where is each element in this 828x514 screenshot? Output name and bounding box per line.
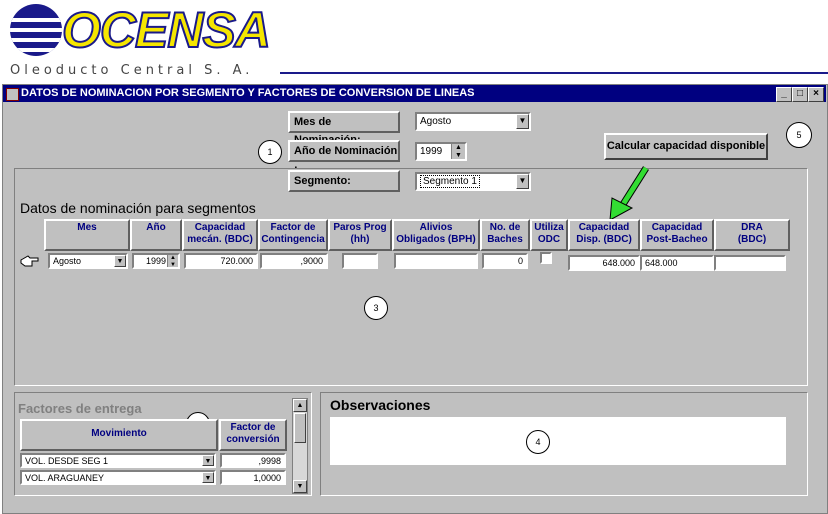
mes-select[interactable]: Agosto ▼ [415, 112, 531, 131]
segments-title: Datos de nominación para segmentos [20, 200, 256, 216]
factores-scrollbar[interactable]: ▲ ▼ [292, 398, 308, 494]
row-baches[interactable]: 0 [482, 253, 528, 269]
observaciones-textarea[interactable] [330, 417, 786, 465]
observaciones-title: Observaciones [330, 397, 431, 413]
row-utiliza-odc-checkbox[interactable] [540, 252, 552, 264]
anio-value: 1999 [420, 146, 443, 157]
chevron-down-icon[interactable]: ▼ [202, 455, 214, 466]
scroll-up-icon[interactable]: ▲ [293, 399, 307, 412]
calcular-capacidad-button[interactable]: Calcular capacidad disponible [604, 133, 768, 160]
app-icon [6, 88, 19, 101]
col-paros-prog: Paros Prog (hh) [328, 219, 392, 251]
scroll-thumb[interactable] [294, 413, 306, 443]
col-mes: Mes [44, 219, 130, 251]
row-capacidad-disp[interactable]: 648.000 [568, 255, 640, 271]
brand-subtitle: Oleoducto Central S. A. [10, 63, 254, 78]
movimiento-value: VOL. DESDE SEG 1 [25, 456, 109, 466]
row-capacidad-mecanica[interactable]: 720.000 [184, 253, 258, 269]
segmento-select[interactable]: Segmento 1 ▼ [415, 172, 531, 191]
callout-5: 5 [786, 122, 812, 148]
chevron-down-icon[interactable]: ▼ [516, 174, 529, 189]
col-alivios: Alivios Obligados (BPH) [392, 219, 480, 251]
chevron-down-icon[interactable]: ▼ [516, 114, 529, 129]
col-capacidad-post: Capacidad Post-Bacheo [640, 219, 714, 251]
col-dra: DRA (BDC) [714, 219, 790, 251]
segmento-select-value: Segmento 1 [420, 175, 480, 188]
col-capacidad-disp: Capacidad Disp. (BDC) [568, 219, 640, 251]
callout-4: 4 [526, 430, 550, 454]
brand-name: OCENSA [61, 1, 272, 59]
header-divider [280, 72, 828, 74]
mes-label: Mes de Nominación: [288, 111, 400, 146]
window-titlebar: DATOS DE NOMINACION POR SEGMENTO Y FACTO… [3, 85, 826, 102]
scroll-down-icon[interactable]: ▼ [293, 480, 307, 493]
row-pointer-icon [20, 255, 39, 267]
factores-title: Factores de entrega [18, 401, 142, 416]
movimiento-value: VOL. ARAGUANEY [25, 473, 105, 483]
col-anio: Año [130, 219, 182, 251]
row-capacidad-post[interactable]: 648.000 [640, 255, 714, 271]
mes-select-value: Agosto [420, 116, 452, 127]
close-button[interactable]: × [808, 87, 824, 102]
factor-row-value[interactable]: 1,0000 [220, 470, 286, 485]
row-mes-value: Agosto [53, 256, 82, 266]
factor-row-movimiento[interactable]: VOL. ARAGUANEY ▼ [20, 470, 216, 485]
col-utiliza-odc: Utiliza ODC [530, 219, 568, 251]
row-anio-stepper[interactable]: 1999 ▲ ▼ [132, 253, 180, 269]
factor-row-movimiento[interactable]: VOL. DESDE SEG 1 ▼ [20, 453, 216, 468]
callout-1: 1 [258, 140, 282, 164]
row-mes-select[interactable]: Agosto ▼ [48, 253, 128, 269]
chevron-down-icon[interactable]: ▼ [114, 255, 126, 267]
row-alivios[interactable] [394, 253, 478, 269]
green-arrow-icon [609, 166, 649, 221]
maximize-button[interactable]: □ [792, 87, 808, 102]
col-capacidad-mecanica: Capacidad mecán. (BDC) [182, 219, 258, 251]
minimize-button[interactable]: _ [776, 87, 792, 102]
col-baches: No. de Baches [480, 219, 530, 251]
ocensa-logo-icon [10, 4, 62, 56]
col-movimiento: Movimiento [20, 419, 218, 451]
row-paros-prog[interactable] [342, 253, 378, 269]
chevron-down-icon[interactable]: ▼ [202, 472, 214, 483]
anio-label: Año de Nominación : [288, 140, 400, 175]
factor-row-value[interactable]: ,9998 [220, 453, 286, 468]
callout-3: 3 [364, 296, 388, 320]
spinner-icon[interactable]: ▲ ▼ [451, 144, 465, 159]
row-dra[interactable] [714, 255, 786, 271]
anio-stepper[interactable]: 1999 ▲ ▼ [415, 142, 467, 161]
spinner-icon[interactable]: ▲ ▼ [167, 255, 178, 267]
row-anio-value: 1999 [145, 256, 166, 266]
col-factor-conversion: Factor de conversión [219, 419, 287, 451]
window-title: DATOS DE NOMINACION POR SEGMENTO Y FACTO… [21, 87, 475, 99]
col-factor-contingencia: Factor de Contingencia [258, 219, 328, 251]
row-factor-contingencia[interactable]: ,9000 [260, 253, 328, 269]
segmento-label: Segmento: [288, 170, 400, 192]
